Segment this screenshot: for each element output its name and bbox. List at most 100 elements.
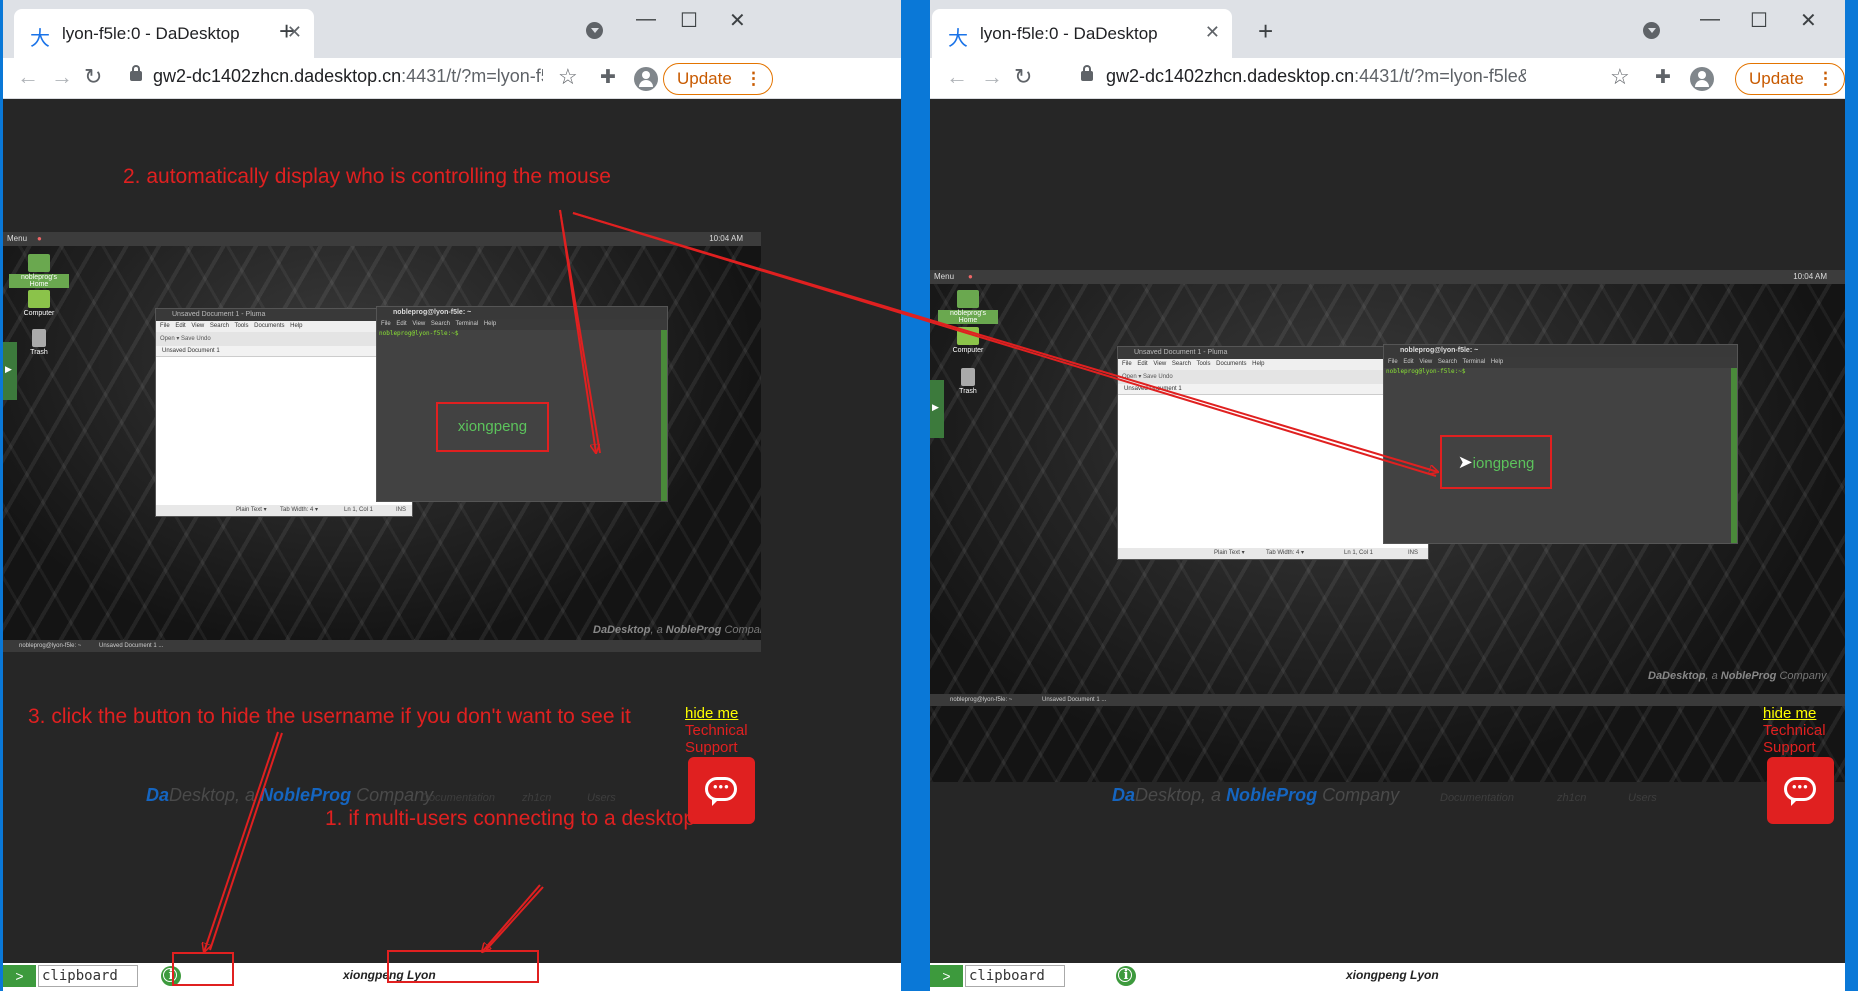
pluma-window[interactable]: Unsaved Document 1 - Pluma File Edit Vie… — [155, 308, 413, 517]
footer-users-link[interactable]: Users — [1628, 792, 1657, 804]
desktop-icon-home[interactable]: nobleprog's Home — [9, 254, 69, 288]
terminal-prompt: nobleprog@lyon-f5le:~$ — [379, 330, 459, 337]
desktop-icon-trash[interactable]: Trash — [9, 329, 69, 356]
footer-zh1cn-link[interactable]: zh1cn — [1557, 792, 1586, 804]
remote-desktop-view[interactable]: Menu ● 10:04 AM nobleprog's Home Compute… — [3, 232, 761, 652]
desktop-icon-trash[interactable]: Trash — [938, 368, 998, 395]
update-button[interactable]: Update ⋮ — [1735, 63, 1845, 95]
close-window-icon[interactable]: ✕ — [1800, 8, 1817, 33]
remote-credit: DaDesktop, a NobleProg Company — [593, 624, 761, 636]
remote-top-panel: Menu ● 10:04 AM — [930, 270, 1845, 284]
tab-title: lyon-f5le:0 - DaDesktop — [62, 24, 240, 43]
bookmark-star-icon[interactable]: ☆ — [558, 64, 578, 90]
desktop-icon-computer[interactable]: Computer — [938, 327, 998, 354]
minimize-icon[interactable]: — — [1700, 8, 1720, 31]
lock-icon — [130, 65, 142, 81]
profile-avatar-icon[interactable] — [634, 67, 658, 91]
pluma-title: Unsaved Document 1 - Pluma — [156, 309, 412, 321]
remote-credit: DaDesktop, a NobleProg Company — [1648, 670, 1827, 682]
footer-documentation-link[interactable]: Documentation — [421, 792, 495, 804]
footer-zh1cn-link[interactable]: zh1cn — [522, 792, 551, 804]
remote-desktop-view[interactable]: Menu ● 10:04 AM nobleprog's Home Compute… — [930, 270, 1845, 782]
username-highlight — [387, 950, 539, 983]
close-window-icon[interactable]: ✕ — [729, 8, 746, 33]
pluma-menu: File Edit View Search Tools Documents He… — [156, 321, 412, 332]
dadesktop-favicon-icon: 大 — [30, 26, 50, 50]
mouse-controller-label: ➤iongpeng — [1440, 435, 1552, 489]
chat-support-button[interactable] — [1767, 757, 1834, 824]
tab-strip: 大 lyon-f5le:0 - DaDesktop ✕ + — ☐ ✕ — [930, 0, 1845, 58]
remote-taskbar: nobleprog@lyon-f5le: ~ Unsaved Document … — [930, 694, 1845, 706]
footer-documentation-link[interactable]: Documentation — [1440, 792, 1514, 804]
minimize-icon[interactable]: — — [636, 8, 656, 31]
extensions-icon[interactable]: ✚ — [1655, 66, 1671, 89]
browser-tab[interactable]: 大 lyon-f5le:0 - DaDesktop ✕ — [14, 9, 314, 58]
reload-icon[interactable]: ↻ — [84, 64, 102, 90]
hide-me-link[interactable]: hide me — [1763, 705, 1816, 722]
dadesktop-page: Menu ● 10:04 AM nobleprog's Home Compute… — [930, 100, 1845, 991]
update-button[interactable]: Update ⋮ — [663, 63, 773, 95]
address-bar[interactable]: gw2-dc1402zhcn.dadesktop.cn:4431/t/?m=ly… — [153, 66, 543, 87]
pluma-toolbar: Open ▾ Save Undo — [156, 332, 412, 346]
remote-clock: 10:04 AM — [709, 234, 743, 243]
lock-icon — [1081, 65, 1093, 81]
maximize-icon[interactable]: ☐ — [680, 8, 698, 33]
side-panel-handle[interactable] — [3, 342, 17, 400]
maximize-icon[interactable]: ☐ — [1750, 8, 1768, 33]
right-browser-window: 大 lyon-f5le:0 - DaDesktop ✕ + — ☐ ✕ ← → … — [930, 0, 1845, 991]
desktop-icon-computer[interactable]: Computer — [9, 290, 69, 317]
hide-me-link[interactable]: hide me — [685, 705, 738, 722]
forward-icon[interactable]: → — [981, 64, 1003, 90]
mouse-controller-label: xiongpeng — [436, 402, 549, 452]
footer-users-link[interactable]: Users — [587, 792, 616, 804]
terminal-title: nobleprog@lyon-f5le: ~ — [377, 307, 667, 319]
new-tab-icon[interactable]: + — [279, 16, 294, 47]
profile-avatar-icon[interactable] — [1690, 67, 1714, 91]
back-icon[interactable]: ← — [17, 64, 39, 90]
firefox-icon: ● — [968, 272, 973, 281]
annotation-step-2: 2. automatically display who is controll… — [123, 165, 611, 188]
extensions-icon[interactable]: ✚ — [600, 66, 616, 89]
browser-tab[interactable]: 大 lyon-f5le:0 - DaDesktop ✕ — [932, 9, 1232, 58]
terminal-menu: File Edit View Search Terminal Help — [377, 319, 667, 330]
firefox-icon: ● — [37, 234, 42, 243]
close-tab-icon[interactable]: ✕ — [1205, 22, 1220, 43]
info-toggle-username-button[interactable]: i — [1116, 966, 1136, 986]
dadesktop-brand: DaDesktop, a NobleProg Company — [1112, 785, 1400, 805]
more-menu-icon: ⋮ — [1817, 69, 1834, 88]
tab-title: lyon-f5le:0 - DaDesktop — [980, 24, 1158, 43]
tab-search-icon[interactable] — [1643, 22, 1660, 39]
connected-users-label: xiongpeng Lyon — [1346, 968, 1439, 982]
dadesktop-brand: DaDesktop, a NobleProg Company — [146, 785, 434, 805]
reload-icon[interactable]: ↻ — [1014, 64, 1032, 90]
dadesktop-favicon-icon: 大 — [948, 26, 968, 50]
address-bar[interactable]: gw2-dc1402zhcn.dadesktop.cn:4431/t/?m=ly… — [1106, 66, 1526, 87]
forward-icon[interactable]: → — [51, 64, 73, 90]
send-clipboard-button[interactable]: > — [930, 965, 963, 987]
tab-strip: 大 lyon-f5le:0 - DaDesktop ✕ + — ☐ ✕ — [3, 0, 901, 58]
annotation-step-3: 3. click the button to hide the username… — [28, 705, 631, 728]
chat-bubble-icon — [705, 777, 737, 806]
bookmark-star-icon[interactable]: ☆ — [1610, 64, 1630, 90]
side-panel-handle[interactable] — [930, 380, 944, 438]
clipboard-input[interactable]: clipboard — [965, 965, 1065, 987]
left-browser-window: 大 lyon-f5le:0 - DaDesktop ✕ + — ☐ ✕ ← → … — [3, 0, 901, 991]
send-clipboard-button[interactable]: > — [3, 965, 36, 987]
back-icon[interactable]: ← — [946, 64, 968, 90]
pluma-statusbar: Plain Text ▾ Tab Width: 4 ▾ Ln 1, Col 1 … — [156, 505, 412, 516]
technical-support-label: Technical Support — [1763, 722, 1826, 756]
desktop-icon-home[interactable]: nobleprog's Home — [938, 290, 998, 324]
tab-search-icon[interactable] — [586, 22, 603, 39]
browser-toolbar: ← → ↻ gw2-dc1402zhcn.dadesktop.cn:4431/t… — [3, 58, 901, 99]
new-tab-icon[interactable]: + — [1258, 16, 1273, 47]
pluma-doc-tab: Unsaved Document 1 — [156, 346, 412, 357]
terminal-window[interactable]: nobleprog@lyon-f5le: ~ File Edit View Se… — [1383, 344, 1738, 544]
mouse-cursor-icon: ➤ — [1457, 452, 1473, 472]
clipboard-input[interactable]: clipboard — [38, 965, 138, 987]
bottom-control-bar: > clipboard i xiongpeng Lyon — [930, 963, 1845, 991]
dadesktop-page: Menu ● 10:04 AM nobleprog's Home Compute… — [3, 100, 901, 991]
terminal-scrollbar — [661, 330, 667, 501]
chat-support-button[interactable] — [688, 757, 755, 824]
technical-support-label: Technical Support — [685, 722, 748, 756]
remote-menu-label: Menu — [7, 234, 28, 243]
